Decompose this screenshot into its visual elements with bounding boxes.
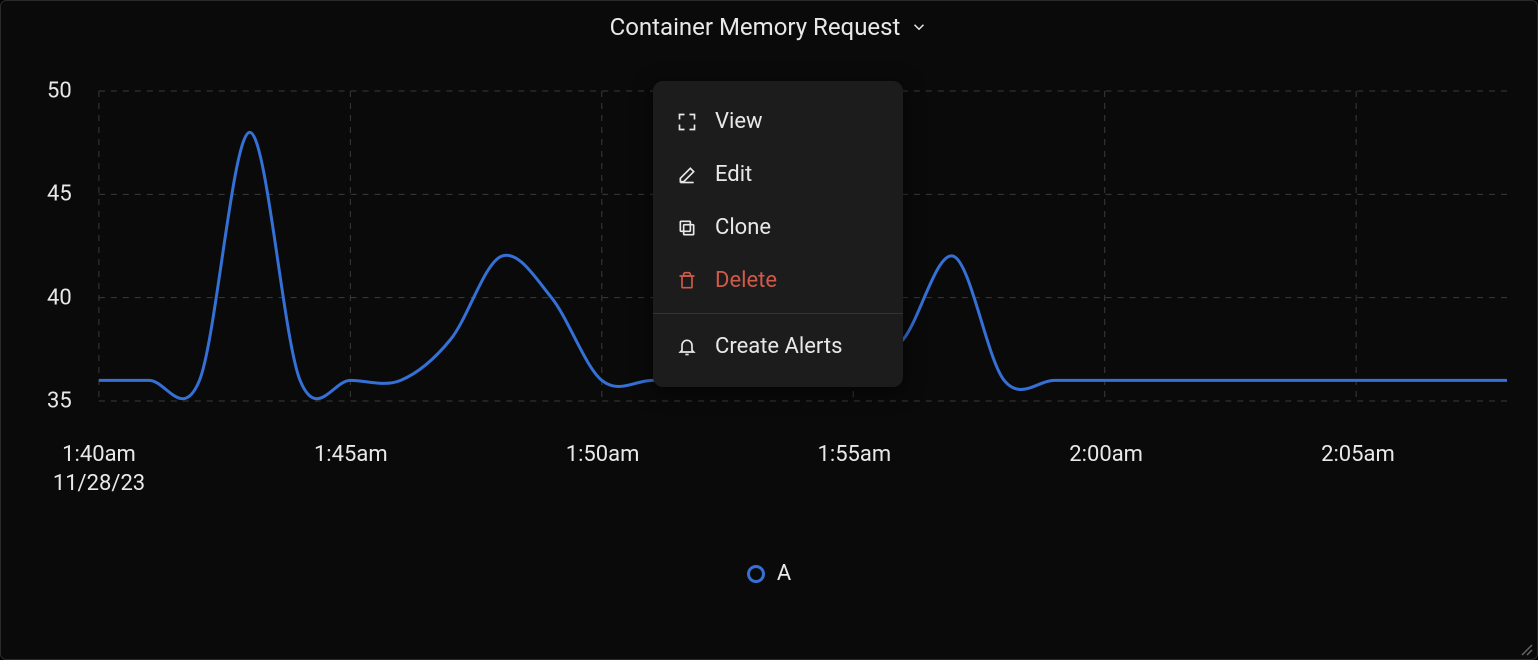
menu-item-label: View [715,109,763,134]
y-tick-label: 50 [47,79,72,104]
panel-title-bar[interactable]: Container Memory Request [1,1,1537,47]
legend-swatch-a [747,565,765,583]
pencil-icon [677,165,697,185]
panel-title: Container Memory Request [610,13,901,41]
menu-item-label: Delete [715,268,777,293]
expand-icon [677,112,697,132]
menu-item-create-alerts[interactable]: Create Alerts [653,320,903,373]
menu-item-label: Create Alerts [715,334,842,359]
x-axis-labels: 1:40am11/28/23 1:45am 1:50am 1:55am 2:00am 2:… [21,441,1517,511]
copy-icon [677,218,697,238]
menu-item-label: Edit [715,162,752,187]
x-tick-label: 1:55am [818,441,892,470]
menu-item-clone[interactable]: Clone [653,201,903,254]
menu-separator [653,313,903,314]
legend: A [1,561,1537,586]
chevron-down-icon [910,18,928,36]
y-tick-label: 45 [47,182,72,207]
y-tick-label: 40 [47,285,72,310]
x-tick-label: 2:05am [1321,441,1395,470]
menu-item-delete[interactable]: Delete [653,254,903,307]
menu-item-edit[interactable]: Edit [653,148,903,201]
menu-item-label: Clone [715,215,771,240]
x-tick-label: 2:00am [1069,441,1143,470]
chart-panel: Container Memory Request 35 40 45 50 1:40am… [0,0,1538,660]
y-tick-label: 35 [47,389,72,414]
x-tick-label: 1:50am [566,441,640,470]
menu-item-view[interactable]: View [653,95,903,148]
panel-context-menu: View Edit Clone Delete Create Alerts [653,81,903,387]
bell-icon [677,337,697,357]
trash-icon [677,271,697,291]
resize-handle-icon[interactable] [1519,641,1533,655]
x-tick-date: 11/28/23 [53,470,145,499]
legend-label-a: A [777,561,791,586]
x-tick-label: 1:40am11/28/23 [53,441,145,498]
x-tick-label: 1:45am [314,441,388,470]
